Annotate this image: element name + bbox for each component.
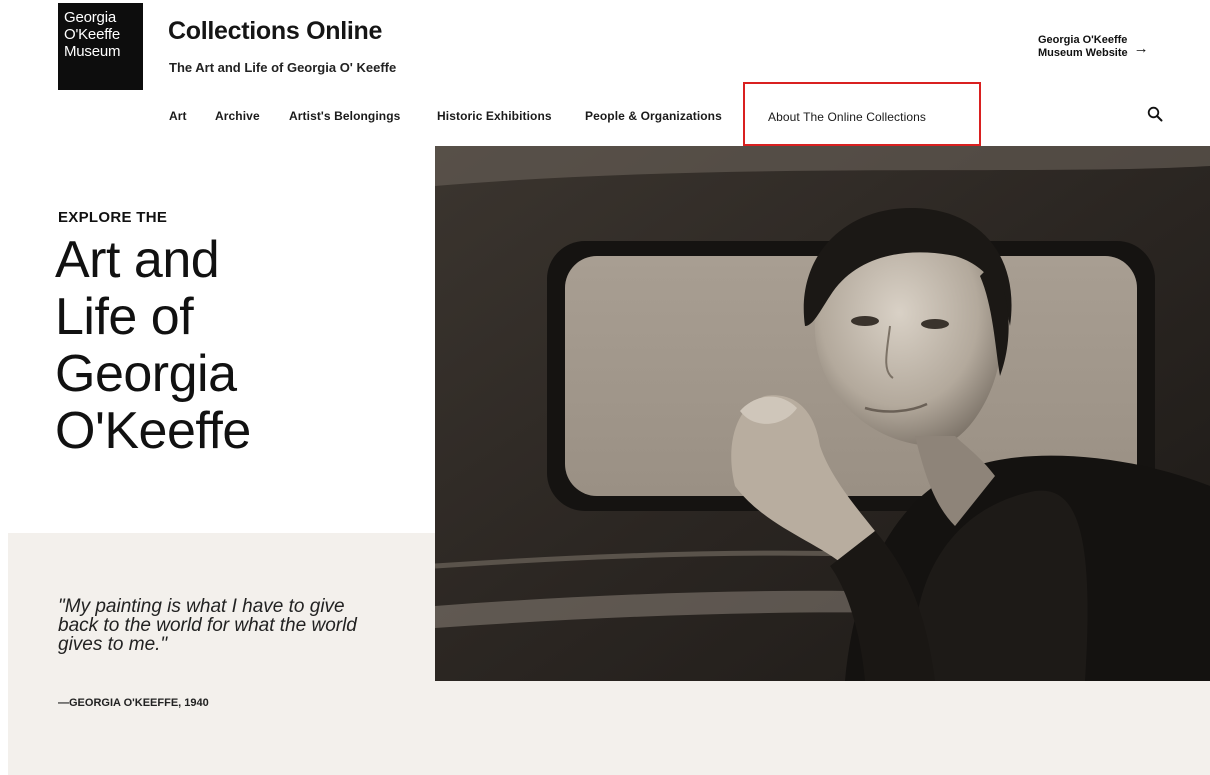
nav-item-about-online-collections[interactable]: About The Online Collections (768, 110, 926, 124)
arrow-right-icon: → (1133, 39, 1149, 57)
museum-website-label: Georgia O'Keeffe Museum Website (1038, 34, 1128, 60)
museum-logo[interactable]: Georgia O'Keeffe Museum (58, 3, 143, 90)
search-button[interactable] (1147, 106, 1163, 122)
museum-website-line: Museum Website (1038, 47, 1128, 59)
nav-item-art[interactable]: Art (169, 109, 187, 123)
hero-portrait-photo (435, 146, 1210, 681)
hero-heading-line: Georgia (55, 345, 237, 403)
logo-line: Georgia (64, 9, 116, 26)
logo-line: O'Keeffe (64, 26, 121, 43)
nav-item-people-organizations[interactable]: People & Organizations (585, 109, 722, 123)
nav-item-historic-exhibitions[interactable]: Historic Exhibitions (437, 109, 552, 123)
site-title[interactable]: Collections Online (168, 17, 382, 46)
site-subtitle: The Art and Life of Georgia O' Keeffe (169, 60, 397, 75)
nav-item-artists-belongings[interactable]: Artist's Belongings (289, 109, 400, 123)
hero-eyebrow: EXPLORE THE (58, 209, 168, 226)
portrait-illustration (435, 146, 1210, 681)
hero-quote: "My painting is what I have to give back… (58, 596, 357, 655)
hero-heading-line: O'Keeffe (55, 402, 251, 460)
search-icon (1147, 106, 1163, 122)
quote-attribution: —GEORGIA O'KEEFFE, 1940 (58, 697, 209, 709)
museum-website-link[interactable]: Georgia O'Keeffe Museum Website → (1038, 34, 1149, 60)
logo-line: Museum (64, 43, 121, 60)
hero-heading: Art and Life of Georgia O'Keeffe (55, 232, 251, 460)
nav-item-archive[interactable]: Archive (215, 109, 260, 123)
hero-heading-line: Life of (55, 288, 194, 346)
hero-heading-line: Art and (55, 231, 220, 289)
museum-website-line: Georgia O'Keeffe (1038, 34, 1128, 46)
